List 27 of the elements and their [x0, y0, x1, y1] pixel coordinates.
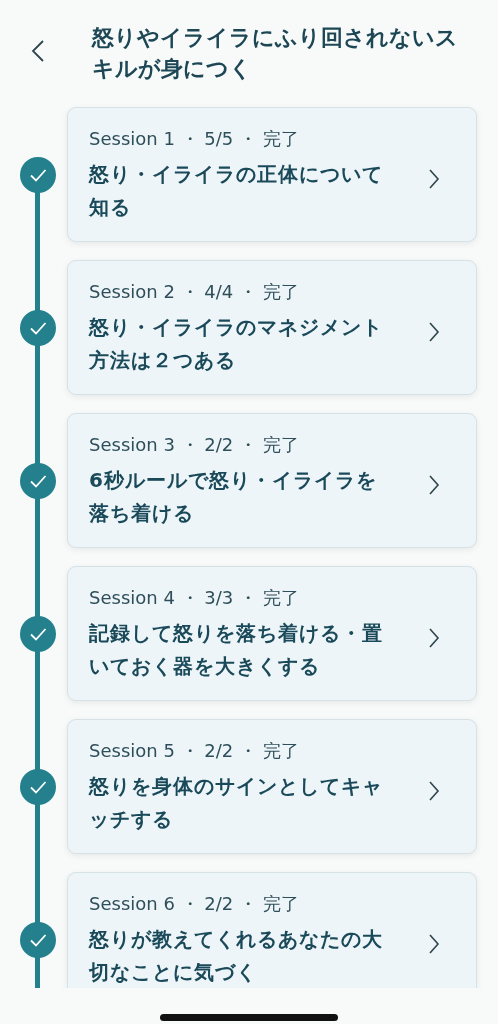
session-meta: Session 6 ・ 2/2 ・ 完了	[89, 891, 300, 916]
back-button[interactable]	[30, 38, 46, 64]
page-title: 怒りやイライラにふり回されないスキルが身につく	[92, 24, 459, 83]
session-meta: Session 2 ・ 4/4 ・ 完了	[89, 279, 300, 304]
session-card[interactable]: Session 4 ・ 3/3 ・ 完了 記録して怒りを落ち着ける・置いておく器を大きくする	[67, 566, 477, 701]
session-card[interactable]: Session 3 ・ 2/2 ・ 完了 6秒ルールで怒り・イライラを落ち着ける	[67, 413, 477, 548]
chevron-right-icon	[428, 626, 440, 649]
session-title: 怒りが教えてくれるあなたの大切なことに気づく	[89, 925, 384, 986]
session-card[interactable]: Session 6 ・ 2/2 ・ 完了 怒りが教えてくれるあなたの大切なことに気づく	[67, 872, 477, 988]
session-meta: Session 3 ・ 2/2 ・ 完了	[89, 432, 300, 457]
chevron-right-icon	[428, 473, 440, 496]
session-meta: Session 4 ・ 3/3 ・ 完了	[89, 585, 300, 610]
session-title: 6秒ルールで怒り・イライラを落ち着ける	[89, 466, 378, 527]
session-title: 怒りを身体のサインとしてキャッチする	[89, 772, 384, 833]
chevron-right-icon	[428, 779, 440, 802]
session-card[interactable]: Session 5 ・ 2/2 ・ 完了 怒りを身体のサインとしてキャッチする	[67, 719, 477, 854]
chevron-right-icon	[428, 167, 440, 190]
session-meta: Session 5 ・ 2/2 ・ 完了	[89, 738, 300, 763]
chevron-right-icon	[428, 320, 440, 343]
session-title: 怒り・イライラのマネジメント方法は２つある	[89, 313, 384, 374]
session-card[interactable]: Session 2 ・ 4/4 ・ 完了 怒り・イライラのマネジメント方法は２つある	[67, 260, 477, 395]
chevron-right-icon	[428, 932, 440, 955]
session-meta: Session 1 ・ 5/5 ・ 完了	[89, 126, 300, 151]
session-title: 怒り・イライラの正体について知る	[89, 160, 384, 221]
session-title: 記録して怒りを落ち着ける・置いておく器を大きくする	[89, 619, 384, 680]
session-card[interactable]: Session 1 ・ 5/5 ・ 完了 怒り・イライラの正体について知る	[67, 107, 477, 242]
back-icon	[31, 39, 45, 63]
